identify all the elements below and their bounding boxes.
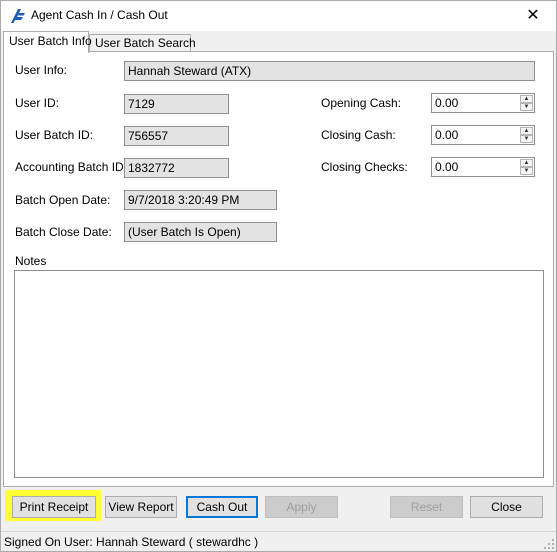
spin-down-icon[interactable]: ▼ bbox=[520, 135, 533, 143]
cash-out-button[interactable]: Cash Out bbox=[186, 496, 258, 518]
closing-cash-label: Closing Cash: bbox=[321, 128, 396, 142]
tab-user-batch-search[interactable]: User Batch Search bbox=[89, 34, 196, 52]
user-batch-id-field: 756557 bbox=[124, 126, 229, 146]
signed-on-user-status: Signed On User: Hannah Steward ( steward… bbox=[4, 535, 259, 549]
user-info-label: User Info: bbox=[15, 63, 68, 77]
batch-open-date-field: 9/7/2018 3:20:49 PM bbox=[124, 190, 277, 210]
status-bar: Signed On User: Hannah Steward ( steward… bbox=[1, 531, 556, 551]
close-icon[interactable]: ✕ bbox=[522, 5, 544, 27]
spin-up-icon[interactable]: ▲ bbox=[520, 95, 533, 103]
closing-checks-label: Closing Checks: bbox=[321, 160, 408, 174]
reset-button[interactable]: Reset bbox=[390, 496, 463, 518]
user-batch-info-panel: User Info: Hannah Steward (ATX) User ID:… bbox=[3, 51, 554, 487]
user-info-field: Hannah Steward (ATX) bbox=[124, 61, 535, 81]
opening-cash-value: 0.00 bbox=[435, 96, 459, 110]
batch-close-date-label: Batch Close Date: bbox=[15, 225, 112, 239]
tab-user-batch-info[interactable]: User Batch Info bbox=[3, 31, 92, 53]
accounting-batch-id-field: 1832772 bbox=[124, 158, 229, 178]
accounting-batch-id-label: Accounting Batch ID: bbox=[15, 160, 128, 174]
closing-checks-value: 0.00 bbox=[435, 160, 459, 174]
user-id-label: User ID: bbox=[15, 96, 60, 110]
closing-cash-spinner: ▲ ▼ bbox=[520, 127, 533, 143]
window-title: Agent Cash In / Cash Out bbox=[31, 8, 168, 22]
agent-cash-window: Agent Cash In / Cash Out ✕ User Batch In… bbox=[0, 0, 557, 552]
notes-textarea[interactable] bbox=[14, 270, 544, 478]
apply-button[interactable]: Apply bbox=[265, 496, 338, 518]
batch-open-date-label: Batch Open Date: bbox=[15, 193, 111, 207]
opening-cash-stepper[interactable]: 0.00 ▲ ▼ bbox=[431, 93, 535, 113]
closing-cash-value: 0.00 bbox=[435, 128, 459, 142]
closing-checks-stepper[interactable]: 0.00 ▲ ▼ bbox=[431, 157, 535, 177]
user-batch-id-label: User Batch ID: bbox=[15, 128, 94, 142]
title-bar: Agent Cash In / Cash Out ✕ bbox=[1, 1, 556, 31]
user-id-field: 7129 bbox=[124, 94, 229, 114]
closing-checks-spinner: ▲ ▼ bbox=[520, 159, 533, 175]
spin-down-icon[interactable]: ▼ bbox=[520, 103, 533, 111]
app-logo-icon bbox=[11, 9, 25, 23]
notes-label: Notes bbox=[15, 254, 47, 268]
closing-cash-stepper[interactable]: 0.00 ▲ ▼ bbox=[431, 125, 535, 145]
print-receipt-button[interactable]: Print Receipt bbox=[12, 496, 96, 518]
resize-grip-icon[interactable] bbox=[544, 539, 554, 549]
spin-down-icon[interactable]: ▼ bbox=[520, 167, 533, 175]
opening-cash-spinner: ▲ ▼ bbox=[520, 95, 533, 111]
spin-up-icon[interactable]: ▲ bbox=[520, 159, 533, 167]
opening-cash-label: Opening Cash: bbox=[321, 96, 402, 110]
spin-up-icon[interactable]: ▲ bbox=[520, 127, 533, 135]
close-button[interactable]: Close bbox=[470, 496, 543, 518]
batch-close-date-field: (User Batch Is Open) bbox=[124, 222, 277, 242]
view-report-button[interactable]: View Report bbox=[105, 496, 177, 518]
